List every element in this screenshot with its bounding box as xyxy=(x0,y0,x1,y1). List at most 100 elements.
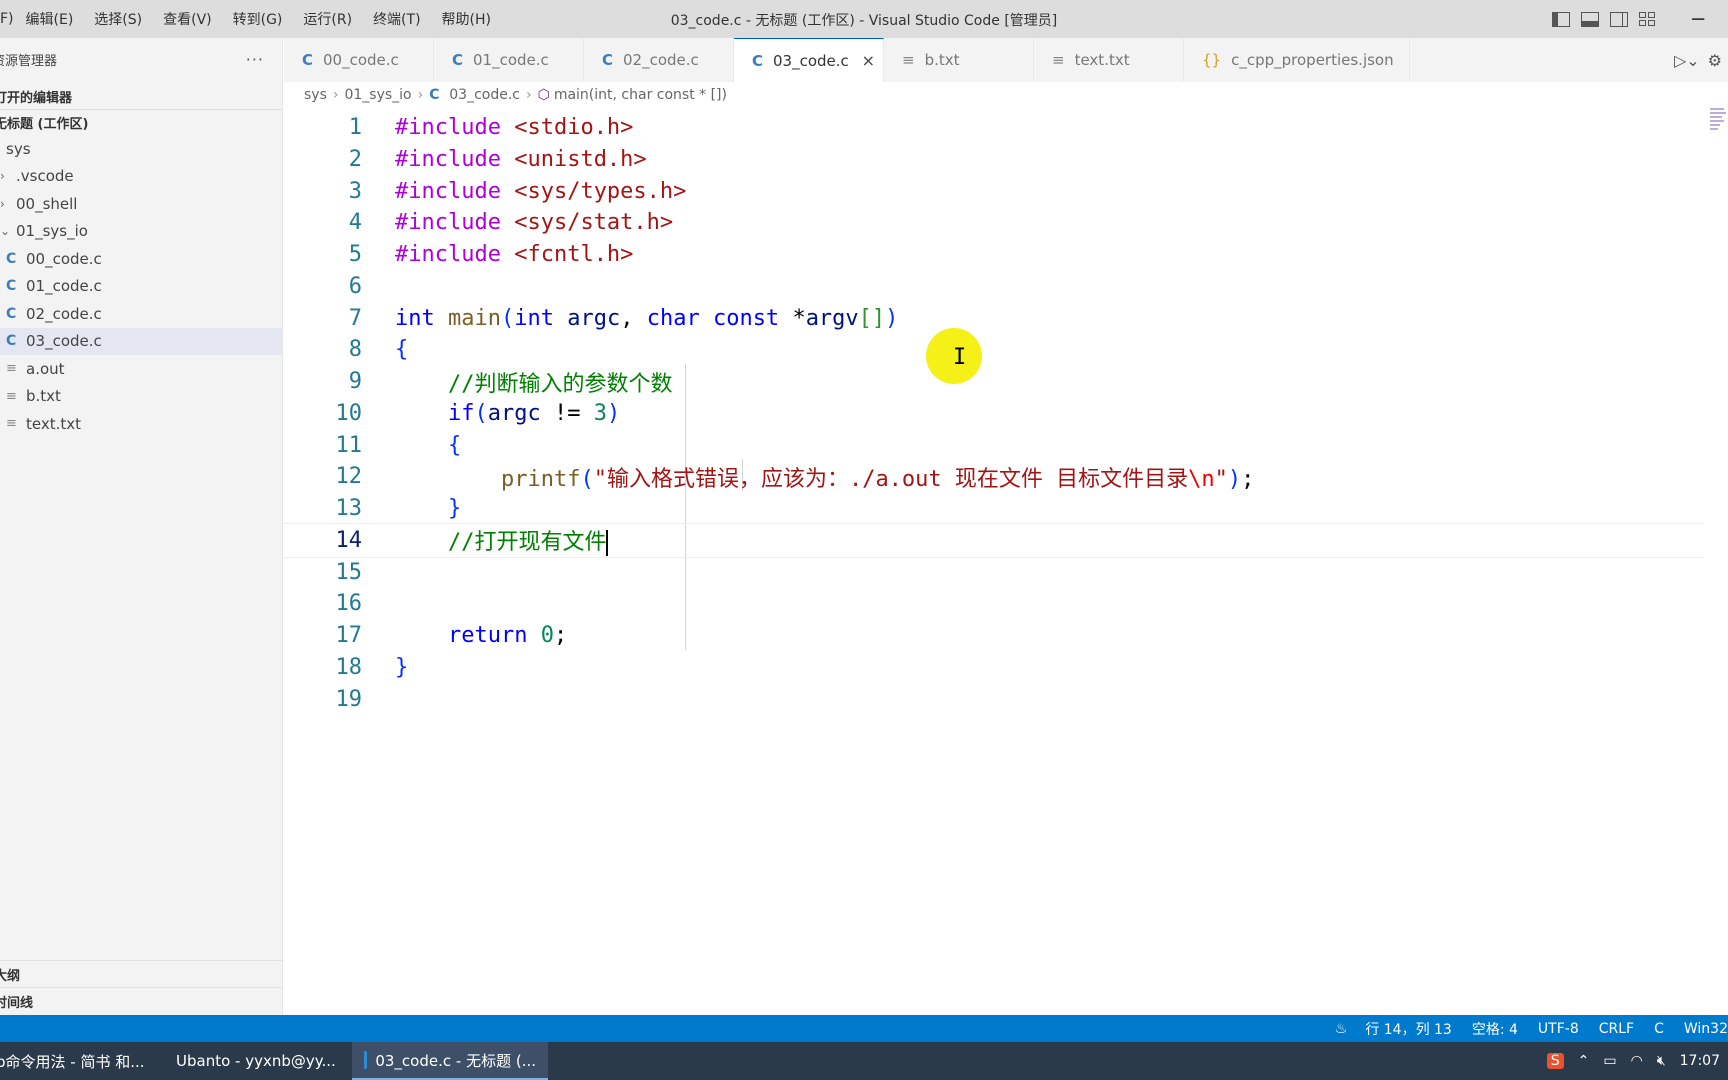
tree-file-b-txt[interactable]: ≡ b.txt xyxy=(0,383,282,411)
line-number: 8 xyxy=(348,337,362,363)
tab-02-code[interactable]: C 02_code.c xyxy=(584,38,734,82)
tab-c-cpp-properties[interactable]: {} c_cpp_properties.json xyxy=(1184,38,1410,82)
status-language[interactable]: C xyxy=(1654,1021,1664,1037)
tab-03-code[interactable]: C 03_code.c × xyxy=(734,38,884,82)
taskbar-item-label: Ubanto - yyxnb@yy... xyxy=(176,1052,336,1070)
code-line[interactable]: 14 //打开现有文件 xyxy=(284,522,1704,558)
code-text: } xyxy=(447,496,462,521)
taskbar-item-ubanto[interactable]: Ubanto - yyxnb@yy... xyxy=(156,1042,346,1080)
tree-file-a-out[interactable]: ≡ a.out xyxy=(0,355,282,383)
line-number: 11 xyxy=(335,432,363,458)
status-spaces[interactable]: 空格: 4 xyxy=(1472,1019,1518,1039)
timeline-label: 时间线 xyxy=(0,995,34,1011)
flame-icon[interactable]: ♨ xyxy=(1335,1021,1348,1037)
tree-file-03-code[interactable]: C 03_code.c xyxy=(0,327,282,355)
line-number: 15 xyxy=(335,559,363,585)
status-platform[interactable]: Win32 xyxy=(1684,1021,1728,1037)
code-line[interactable]: 16 xyxy=(284,586,1704,621)
taskbar-item-vscode[interactable]: 03_code.c - 无标题 (... xyxy=(352,1042,548,1080)
taskbar-item-browser[interactable]: p命令用法 - 简书 和... xyxy=(0,1042,150,1080)
tree-item-label: 00_shell xyxy=(16,194,78,213)
code-text: #include <unistd.h> xyxy=(395,146,647,172)
wifi-icon[interactable]: ◠ xyxy=(1631,1053,1643,1069)
code-line[interactable]: 19 xyxy=(284,682,1704,717)
menu-run[interactable]: 运行(R) xyxy=(303,9,352,29)
line-number: 1 xyxy=(348,115,362,140)
open-editors-section[interactable]: 打开的编辑器 xyxy=(0,83,282,109)
tree-file-02-code[interactable]: C 02_code.c xyxy=(0,300,282,328)
menu-edit[interactable]: 编辑(E) xyxy=(26,9,74,29)
code-line[interactable]: 12 printf("输入格式错误，应该为：./a.out 现在文件 目标文件目… xyxy=(284,459,1704,494)
taskbar-item-label: p命令用法 - 简书 和... xyxy=(0,1052,145,1071)
tab-text-txt[interactable]: ≡ text.txt xyxy=(1034,38,1184,82)
status-position[interactable]: 行 14，列 13 xyxy=(1365,1019,1452,1039)
code-line[interactable]: 11 { xyxy=(284,428,1704,463)
text-file-icon: ≡ xyxy=(902,51,915,69)
status-eol[interactable]: CRLF xyxy=(1599,1021,1634,1037)
settings-gear-icon[interactable]: ⚙ xyxy=(1708,51,1722,70)
text-file-icon: ≡ xyxy=(6,388,17,404)
code-line[interactable]: 15 xyxy=(284,555,1704,590)
tab-label: 02_code.c xyxy=(623,51,699,69)
file-tree: sys › .vscode › 00_shell ⌄ 01_sys_io C 0… xyxy=(0,135,282,438)
menu-help[interactable]: 帮助(H) xyxy=(442,9,491,29)
tree-folder-00-shell[interactable]: › 00_shell xyxy=(0,190,282,218)
menu-terminal[interactable]: 终端(T) xyxy=(373,9,420,29)
tree-file-00-code[interactable]: C 00_code.c xyxy=(0,245,282,273)
tree-folder-01-sys-io[interactable]: ⌄ 01_sys_io xyxy=(0,218,282,246)
more-actions-icon[interactable]: ··· xyxy=(246,50,264,69)
line-number: 6 xyxy=(348,273,362,299)
tree-file-text-txt[interactable]: ≡ text.txt xyxy=(0,410,282,438)
code-line[interactable]: 17 return 0; xyxy=(284,618,1704,653)
input-method-icon[interactable]: S xyxy=(1546,1053,1564,1069)
code-line[interactable]: 5 #include <fcntl.h> xyxy=(284,237,1704,272)
code-line[interactable]: 4 #include <sys/stat.h> xyxy=(284,205,1704,240)
code-line[interactable]: 10 if(argc != 3) xyxy=(284,396,1704,431)
tab-label: 01_code.c xyxy=(473,51,549,69)
clock[interactable]: 17:07 xyxy=(1680,1053,1720,1069)
tab-00-code[interactable]: C 00_code.c xyxy=(284,38,434,82)
tree-folder-sys[interactable]: sys xyxy=(0,135,282,163)
code-line[interactable]: 6 xyxy=(284,269,1704,304)
menu-go[interactable]: 转到(G) xyxy=(233,9,283,29)
outline-section[interactable]: 大纲 xyxy=(0,960,283,987)
chevron-up-icon[interactable]: ⌃ xyxy=(1578,1053,1590,1069)
code-line[interactable]: 8{ xyxy=(284,332,1704,367)
code-line[interactable]: 1 #include <stdio.h> xyxy=(284,110,1704,145)
toggle-panel-icon[interactable] xyxy=(1581,11,1599,27)
code-line[interactable]: 2 #include <unistd.h> xyxy=(284,142,1704,177)
tab-b-txt[interactable]: ≡ b.txt xyxy=(884,38,1034,82)
line-number: 4 xyxy=(348,210,362,236)
toggle-sidebar-icon[interactable] xyxy=(1552,11,1570,27)
breadcrumb-item[interactable]: 03_code.c xyxy=(449,87,520,103)
code-line[interactable]: 18} xyxy=(284,650,1704,685)
customize-layout-icon[interactable] xyxy=(1639,11,1657,27)
tree-folder-vscode[interactable]: › .vscode xyxy=(0,163,282,191)
battery-icon[interactable]: ▭ xyxy=(1603,1053,1616,1069)
breadcrumb-item[interactable]: sys xyxy=(304,87,327,103)
workspace-section[interactable]: 无标题 (工作区) xyxy=(0,109,282,135)
timeline-section[interactable]: 时间线 xyxy=(0,987,283,1014)
minimap[interactable] xyxy=(1710,108,1728,148)
menu-view[interactable]: 查看(V) xyxy=(163,9,212,29)
code-editor[interactable]: 1 #include <stdio.h> 2 #include <unistd.h> 3… xyxy=(284,110,1704,910)
tree-file-01-code[interactable]: C 01_code.c xyxy=(0,273,282,301)
minimize-button[interactable]: ─ xyxy=(1668,7,1728,31)
run-debug-icon[interactable]: ▷⌄ xyxy=(1674,51,1700,70)
toggle-secondary-sidebar-icon[interactable] xyxy=(1610,11,1628,27)
menu-file[interactable]: F) xyxy=(0,11,14,27)
tree-item-label: 02_code.c xyxy=(26,304,102,323)
breadcrumb-item[interactable]: 01_sys_io xyxy=(344,87,411,103)
breadcrumb-item[interactable]: main(int, char const * []) xyxy=(554,87,727,103)
menu-selection[interactable]: 选择(S) xyxy=(94,9,142,29)
code-line[interactable]: 3 #include <sys/types.h> xyxy=(284,174,1704,209)
code-line[interactable]: 13 } xyxy=(284,491,1704,526)
volume-muted-icon[interactable]: 🔇︎ xyxy=(1657,1053,1666,1069)
code-line[interactable]: 9 //判断输入的参数个数 xyxy=(284,364,1704,399)
code-line[interactable]: 7 int main(int argc, char const *argv[]) xyxy=(284,301,1704,336)
close-icon[interactable]: × xyxy=(862,51,875,70)
code-text: #include <sys/types.h> xyxy=(395,178,687,204)
tab-01-code[interactable]: C 01_code.c xyxy=(434,38,584,82)
status-encoding[interactable]: UTF-8 xyxy=(1538,1021,1579,1037)
title-bar: F) 编辑(E) 选择(S) 查看(V) 转到(G) 运行(R) 终端(T) 帮… xyxy=(0,0,1728,38)
